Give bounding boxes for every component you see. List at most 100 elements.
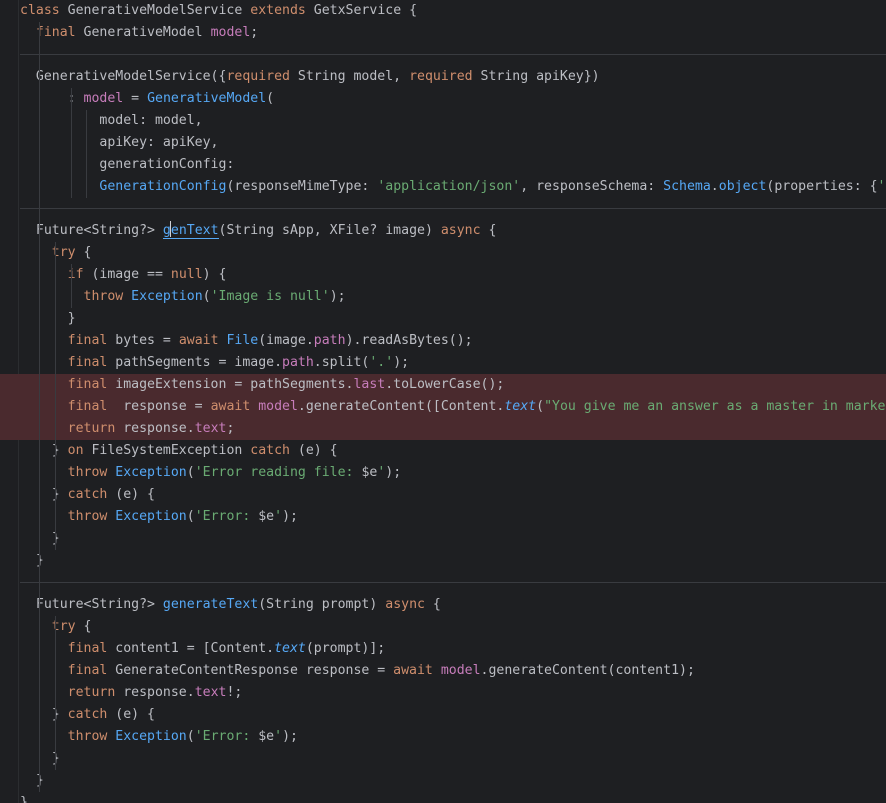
code-line[interactable]: final imageExtension = pathSegments.last… — [0, 374, 886, 396]
code-line[interactable]: } — [0, 308, 886, 330]
code-text: final bytes = await File(image.path).rea… — [20, 330, 473, 352]
code-line[interactable]: throw Exception('Error: $e'); — [0, 726, 886, 748]
code-text: } on FileSystemException catch (e) { — [20, 440, 338, 462]
code-line[interactable] — [0, 572, 886, 594]
code-line[interactable]: if (image == null) { — [0, 264, 886, 286]
code-line[interactable]: final GenerativeModel model; — [0, 22, 886, 44]
code-token: async — [440, 223, 481, 238]
code-token: (e) { — [289, 443, 338, 458]
code-text: } — [20, 770, 44, 792]
code-token: text — [194, 421, 227, 436]
code-text: } — [20, 308, 76, 330]
code-token: Exception — [131, 289, 203, 304]
code-line[interactable]: try { — [0, 242, 886, 264]
code-token: throw — [67, 729, 116, 744]
code-token: return — [67, 685, 124, 700]
code-text: GenerativeModelService({required String … — [20, 66, 600, 88]
code-token: final — [67, 333, 116, 348]
code-token: } — [20, 443, 68, 458]
code-token: ' — [877, 179, 886, 194]
method-separator — [20, 54, 886, 55]
code-text: final content1 = [Content.text(prompt)]; — [20, 638, 386, 660]
code-line[interactable]: } — [0, 748, 886, 770]
code-token: final — [67, 355, 116, 370]
code-editor[interactable]: class GenerativeModelService extends Get… — [0, 0, 886, 803]
code-token: model: model, — [20, 113, 203, 128]
code-text: Future<String?> generateText(String prom… — [20, 594, 441, 616]
code-token: ; — [226, 421, 235, 436]
code-token: . — [710, 179, 719, 194]
code-token: await — [210, 399, 259, 414]
code-token: Exception — [115, 465, 187, 480]
code-token: await — [393, 663, 441, 678]
code-token: ( — [536, 399, 545, 414]
code-token: File — [226, 333, 259, 348]
code-line[interactable]: throw Exception('Image is null'); — [0, 286, 886, 308]
code-line[interactable]: final GenerateContentResponse response =… — [0, 660, 886, 682]
code-line[interactable]: } on FileSystemException catch (e) { — [0, 440, 886, 462]
code-line[interactable]: throw Exception('Error: $e'); — [0, 506, 886, 528]
code-token: final — [67, 377, 116, 392]
code-token: throw — [67, 509, 116, 524]
code-token: $e — [258, 509, 275, 524]
code-token: path — [313, 333, 346, 348]
code-line[interactable]: } — [0, 550, 886, 572]
code-token: model — [83, 91, 124, 106]
code-token: } — [20, 773, 44, 788]
code-token: response. — [123, 421, 195, 436]
code-line[interactable]: try { — [0, 616, 886, 638]
code-line[interactable]: } catch (e) { — [0, 484, 886, 506]
code-token: GenerativeModelService({ — [20, 69, 227, 84]
code-line[interactable]: final content1 = [Content.text(prompt)]; — [0, 638, 886, 660]
code-line[interactable]: } — [0, 770, 886, 792]
code-text: if (image == null) { — [20, 264, 227, 286]
method-separator — [20, 208, 886, 209]
code-line[interactable]: return response.text; — [0, 418, 886, 440]
code-text: final pathSegments = image.path.split('.… — [20, 352, 409, 374]
code-line[interactable]: Future<String?> genText(String sApp, XFi… — [0, 220, 886, 242]
code-token: GenerationConfig — [99, 179, 227, 194]
code-token: ( — [186, 465, 195, 480]
code-token: !; — [226, 685, 243, 700]
code-line[interactable]: final response = await model.generateCon… — [0, 396, 886, 418]
code-token: path — [282, 355, 314, 370]
code-text: Future<String?> genText(String sApp, XFi… — [20, 220, 496, 242]
code-text: model: model, — [20, 110, 203, 132]
code-line[interactable] — [0, 44, 886, 66]
code-token: (String sApp, XFile? image) — [218, 223, 441, 238]
code-token: response. — [123, 685, 195, 700]
code-token: catch — [67, 707, 108, 722]
code-token: $e — [361, 465, 378, 480]
code-token: final — [67, 663, 116, 678]
code-line[interactable]: } — [0, 528, 886, 550]
code-line[interactable]: class GenerativeModelService extends Get… — [0, 0, 886, 22]
code-line[interactable]: apiKey: apiKey, — [0, 132, 886, 154]
code-line[interactable]: : model = GenerativeModel( — [0, 88, 886, 110]
code-token: null — [170, 267, 203, 282]
code-token: (image == — [83, 267, 171, 282]
code-line[interactable]: final pathSegments = image.path.split('.… — [0, 352, 886, 374]
code-line[interactable] — [0, 198, 886, 220]
code-line[interactable]: GenerationConfig(responseMimeType: 'appl… — [0, 176, 886, 198]
code-line[interactable]: Future<String?> generateText(String prom… — [0, 594, 886, 616]
code-text: throw Exception('Error: $e'); — [20, 506, 298, 528]
code-token: ; — [250, 25, 259, 40]
code-token: } — [20, 553, 44, 568]
code-token: FileSystemException — [91, 443, 251, 458]
code-line[interactable]: GenerativeModelService({required String … — [0, 66, 886, 88]
code-token: GetxService { — [313, 3, 418, 18]
code-line[interactable]: } catch (e) { — [0, 704, 886, 726]
code-line[interactable]: generationConfig: — [0, 154, 886, 176]
code-token: catch — [250, 443, 290, 458]
code-token: pathSegments = image. — [115, 355, 283, 370]
code-line[interactable]: model: model, — [0, 110, 886, 132]
code-line[interactable]: return response.text!; — [0, 682, 886, 704]
code-line[interactable]: throw Exception('Error reading file: $e'… — [0, 462, 886, 484]
code-line[interactable]: } — [0, 792, 886, 803]
code-token: generateText — [162, 597, 259, 612]
code-text: throw Exception('Image is null'); — [20, 286, 346, 308]
code-line[interactable]: final bytes = await File(image.path).rea… — [0, 330, 886, 352]
code-token: ' — [274, 729, 283, 744]
